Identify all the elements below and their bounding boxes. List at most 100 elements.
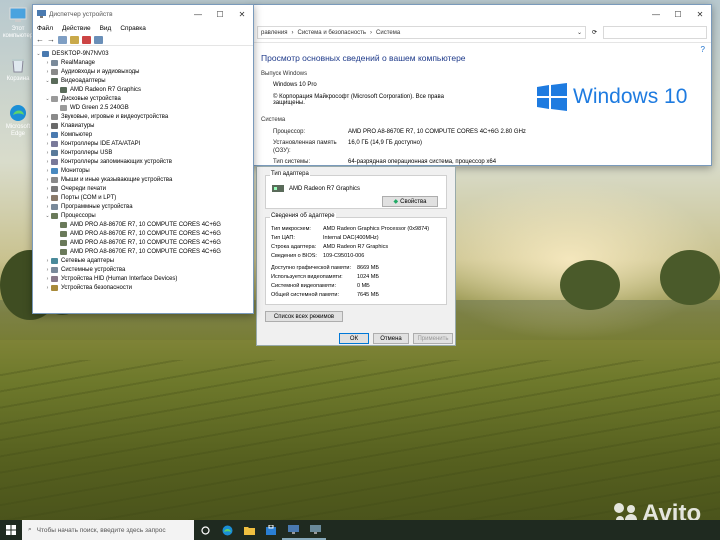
desktop-icon-recycle-bin[interactable]: Корзина <box>2 56 34 83</box>
breadcrumb-item[interactable]: равления <box>261 30 287 36</box>
chevron-right-icon[interactable]: › <box>44 114 51 120</box>
chevron-right-icon[interactable]: › <box>44 123 51 129</box>
system-info: Процессор: AMD PRO A8-8670E R7, 10 COMPUT… <box>273 128 526 166</box>
taskbar-device-manager-button[interactable] <box>282 520 304 540</box>
address-bar[interactable]: равления › Система и безопасность › Сист… <box>257 26 586 39</box>
help-icon[interactable] <box>82 35 91 44</box>
tree-item[interactable]: ⌄ Процессоры <box>35 211 253 220</box>
tree-item[interactable]: › Сетевые адаптеры <box>35 256 253 265</box>
memory-info-value: 7645 МБ <box>357 292 379 298</box>
tree-item[interactable]: › Контроллеры запоминающих устройств <box>35 157 253 166</box>
tree-item[interactable]: › Очереди печати <box>35 184 253 193</box>
search-input[interactable] <box>603 26 707 39</box>
help-icon[interactable]: ? <box>701 45 705 54</box>
taskbar-explorer-button[interactable] <box>238 520 260 540</box>
tree-item[interactable]: ⌄ Дисковые устройства <box>35 94 253 103</box>
tree-item[interactable]: AMD Radeon R7 Graphics <box>35 85 253 94</box>
tree-item-label: DESKTOP-9N7NV03 <box>52 50 109 57</box>
taskbar-system-button[interactable] <box>304 520 326 540</box>
taskbar-search-box[interactable]: ⌕ Чтобы начать поиск, введите здесь запр… <box>22 520 194 540</box>
minimize-button[interactable]: — <box>645 5 667 23</box>
tree-item[interactable]: › Мониторы <box>35 166 253 175</box>
chevron-down-icon[interactable]: ⌄ <box>44 213 51 219</box>
chevron-right-icon[interactable]: › <box>44 258 51 264</box>
tree-item[interactable]: › Аудиовходы и аудиовыходы <box>35 67 253 76</box>
tree-item[interactable]: › Программные устройства <box>35 202 253 211</box>
chevron-right-icon[interactable]: › <box>44 159 51 165</box>
start-button[interactable] <box>0 520 22 540</box>
tree-item[interactable]: › Системные устройства <box>35 265 253 274</box>
tree-item[interactable]: › Клавиатуры <box>35 121 253 130</box>
chevron-right-icon[interactable]: › <box>44 168 51 174</box>
chevron-down-icon[interactable]: ⌄ <box>577 29 585 36</box>
breadcrumb-item[interactable]: Система и безопасность <box>297 30 366 36</box>
tree-item[interactable]: › Контроллеры IDE ATA/ATAPI <box>35 139 253 148</box>
chevron-right-icon[interactable]: › <box>44 150 51 156</box>
apply-button[interactable]: Применить <box>413 333 453 344</box>
taskbar-store-button[interactable] <box>260 520 282 540</box>
chevron-right-icon[interactable]: › <box>44 276 51 282</box>
menu-help[interactable]: Справка <box>120 25 146 32</box>
chevron-right-icon[interactable]: › <box>44 204 51 210</box>
system-window[interactable]: — ☐ ✕ равления › Система и безопасность … <box>252 4 712 166</box>
chevron-down-icon[interactable]: ⌄ <box>44 78 51 84</box>
chevron-right-icon[interactable]: › <box>44 186 51 192</box>
chevron-down-icon[interactable]: ⌄ <box>35 51 42 57</box>
ok-button[interactable]: ОК <box>339 333 369 344</box>
back-arrow-icon[interactable]: ← <box>36 35 44 44</box>
adapter-info-value: 109-C95010-006 <box>323 253 365 259</box>
memory-info-value: 8669 МБ <box>357 265 379 271</box>
show-hide-tree-icon[interactable] <box>58 35 67 44</box>
tree-item[interactable]: ⌄ DESKTOP-9N7NV03 <box>35 49 253 58</box>
list-all-modes-button[interactable]: Список всех режимов <box>265 311 343 322</box>
tree-item[interactable]: AMD PRO A8-8670E R7, 10 COMPUTE CORES 4C… <box>35 229 253 238</box>
chevron-right-icon[interactable]: › <box>44 177 51 183</box>
tree-item-label: Звуковые, игровые и видеоустройства <box>61 113 169 120</box>
menu-action[interactable]: Действие <box>62 25 91 32</box>
desktop-icon-computer[interactable]: Этот компьютер <box>2 6 34 40</box>
tree-item[interactable]: AMD PRO A8-8670E R7, 10 COMPUTE CORES 4C… <box>35 247 253 256</box>
tree-item-label: WD Green 2.5 240GB <box>70 104 129 111</box>
tree-item[interactable]: › Устройства HID (Human Interface Devices… <box>35 274 253 283</box>
refresh-icon[interactable]: ⟳ <box>592 29 597 36</box>
tree-item[interactable]: › Контроллеры USB <box>35 148 253 157</box>
task-view-button[interactable] <box>194 520 216 540</box>
scan-hardware-icon[interactable] <box>94 35 103 44</box>
chevron-right-icon[interactable]: › <box>44 132 51 138</box>
close-button[interactable]: ✕ <box>689 5 711 23</box>
tree-item[interactable]: ⌄ Видеоадаптеры <box>35 76 253 85</box>
tree-item[interactable]: › Компьютер <box>35 130 253 139</box>
breadcrumb-item[interactable]: Система <box>376 30 400 36</box>
menu-file[interactable]: Файл <box>37 25 53 32</box>
minimize-button[interactable]: — <box>187 5 209 23</box>
tree-item[interactable]: AMD PRO A8-8670E R7, 10 COMPUTE CORES 4C… <box>35 238 253 247</box>
menu-view[interactable]: Вид <box>100 25 112 32</box>
chevron-right-icon[interactable]: › <box>44 267 51 273</box>
tree-item-label: Аудиовходы и аудиовыходы <box>61 68 140 75</box>
tree-item[interactable]: › Мыши и иные указывающие устройства <box>35 175 253 184</box>
taskbar-edge-button[interactable] <box>216 520 238 540</box>
cancel-button[interactable]: Отмена <box>373 333 409 344</box>
computer-icon <box>42 50 49 57</box>
device-manager-window[interactable]: Диспетчер устройств — ☐ ✕ Файл Действие … <box>32 4 254 314</box>
chevron-right-icon[interactable]: › <box>44 285 51 291</box>
maximize-button[interactable]: ☐ <box>667 5 689 23</box>
maximize-button[interactable]: ☐ <box>209 5 231 23</box>
tree-item[interactable]: › Звуковые, игровые и видеоустройства <box>35 112 253 121</box>
tree-item[interactable]: WD Green 2.5 240GB <box>35 103 253 112</box>
tree-item[interactable]: › Порты (COM и LPT) <box>35 193 253 202</box>
chevron-down-icon[interactable]: ⌄ <box>44 96 51 102</box>
chevron-right-icon[interactable]: › <box>44 195 51 201</box>
tree-item[interactable]: AMD PRO A8-8670E R7, 10 COMPUTE CORES 4C… <box>35 220 253 229</box>
desktop-icon-edge[interactable]: Microsoft Edge <box>2 104 34 138</box>
chevron-right-icon[interactable]: › <box>44 60 51 66</box>
chevron-right-icon[interactable]: › <box>44 141 51 147</box>
properties-button[interactable]: ◆ Свойства <box>382 196 438 207</box>
close-button[interactable]: ✕ <box>231 5 253 23</box>
chevron-right-icon[interactable]: › <box>44 69 51 75</box>
forward-arrow-icon[interactable]: → <box>47 35 55 44</box>
adapter-properties-dialog[interactable]: Тип адаптера AMD Radeon R7 Graphics ◆ Св… <box>256 166 456 346</box>
tree-item[interactable]: › RealManage <box>35 58 253 67</box>
tree-item[interactable]: › Устройства безопасности <box>35 283 253 292</box>
properties-icon[interactable] <box>70 35 79 44</box>
